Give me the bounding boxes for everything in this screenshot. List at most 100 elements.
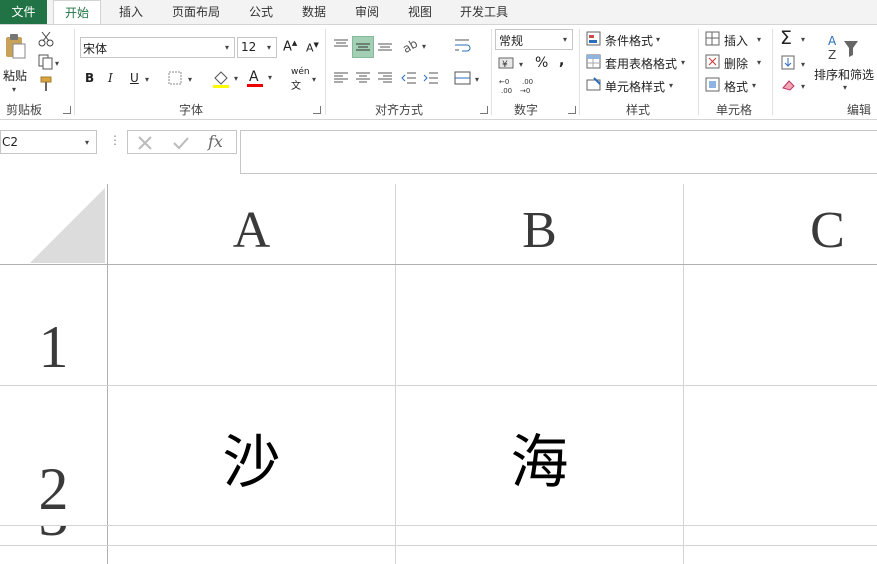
clipboard-group-label: 剪贴板 — [6, 103, 43, 117]
delete-cells-button[interactable]: 删除 — [724, 55, 748, 72]
tab-formulas[interactable]: 公式 — [249, 0, 273, 24]
chevron-down-icon: ▾ — [225, 43, 230, 52]
underline-dropdown-icon[interactable]: ▾ — [145, 75, 149, 84]
number-format-select[interactable]: 常规 ▾ — [495, 29, 573, 50]
wrap-text-icon[interactable] — [454, 37, 472, 53]
enter-icon[interactable] — [172, 134, 190, 152]
svg-text:¥: ¥ — [502, 60, 508, 70]
font-size-select[interactable]: 12 ▾ — [237, 37, 277, 58]
cell-b2[interactable]: 海 — [396, 424, 683, 500]
paste-icon[interactable] — [4, 33, 26, 59]
svg-text:▾: ▾ — [519, 60, 523, 69]
merge-center-icon[interactable]: ▾ — [454, 70, 482, 86]
font-launcher-icon[interactable] — [313, 106, 321, 114]
row-header-2[interactable]: 2 — [0, 452, 107, 527]
tab-review[interactable]: 审阅 — [355, 0, 379, 24]
formula-actions: fx — [127, 130, 237, 154]
table-format-icon[interactable] — [586, 54, 602, 70]
comma-style-button[interactable]: , — [559, 53, 564, 69]
svg-text:▾: ▾ — [55, 59, 59, 68]
delete-cells-icon[interactable] — [705, 54, 721, 70]
conditional-format-button[interactable]: 条件格式 — [605, 32, 653, 49]
cell-styles-button[interactable]: 单元格样式 — [605, 78, 665, 95]
bold-button[interactable]: B — [85, 71, 94, 85]
svg-text:.00: .00 — [522, 78, 533, 86]
align-center-icon[interactable] — [355, 71, 371, 85]
increase-decimal-icon[interactable]: ←0.00 — [499, 76, 517, 95]
italic-button[interactable]: I — [108, 71, 113, 85]
decrease-font-icon[interactable]: A▼ — [306, 41, 319, 55]
column-header-c[interactable]: C — [684, 186, 877, 264]
conditional-format-icon[interactable] — [586, 31, 602, 47]
sort-filter-button[interactable]: 排序和筛选 — [814, 66, 874, 83]
ribbon-tab-bar: 文件 开始 插入 页面布局 公式 数据 审阅 视图 开发工具 — [0, 0, 877, 25]
svg-text:▾: ▾ — [234, 74, 238, 83]
cells-group-label: 单元格 — [716, 103, 753, 117]
copy-icon[interactable]: ▾ — [38, 54, 62, 70]
tab-insert[interactable]: 插入 — [119, 0, 143, 24]
format-cells-icon[interactable] — [705, 77, 721, 93]
insert-function-button[interactable]: fx — [208, 132, 223, 151]
phonetic-dropdown-icon[interactable]: ▾ — [312, 75, 316, 84]
border-icon[interactable]: ▾ — [168, 70, 196, 86]
tab-view[interactable]: 视图 — [408, 0, 432, 24]
number-launcher-icon[interactable] — [568, 106, 576, 114]
alignment-launcher-icon[interactable] — [480, 106, 488, 114]
formula-input[interactable] — [240, 130, 877, 174]
row-header-3[interactable]: 3 — [0, 526, 107, 545]
increase-font-icon[interactable]: A▲ — [283, 39, 297, 54]
column-header-b[interactable]: B — [396, 186, 683, 264]
format-painter-icon[interactable] — [38, 76, 54, 92]
tab-file[interactable]: 文件 — [0, 0, 47, 24]
cell-a2[interactable]: 沙 — [108, 424, 395, 500]
align-middle-icon[interactable] — [352, 36, 374, 58]
sort-filter-dropdown-icon[interactable]: ▾ — [843, 83, 847, 92]
orientation-icon[interactable]: ab ▾ — [400, 36, 430, 56]
chevron-down-icon: ▾ — [656, 35, 661, 44]
clear-icon[interactable]: ▾ — [781, 77, 809, 93]
fill-color-icon[interactable]: ▾ — [212, 69, 242, 89]
insert-cells-button[interactable]: 插入 — [724, 32, 748, 49]
format-cells-button[interactable]: 格式 — [724, 78, 748, 95]
phonetic-button[interactable]: wén — [291, 67, 310, 77]
font-color-icon[interactable]: A ▾ — [246, 68, 276, 88]
chevron-down-icon: ▾ — [681, 58, 686, 67]
svg-text:▾: ▾ — [801, 82, 805, 91]
align-left-icon[interactable] — [333, 71, 349, 85]
cut-icon[interactable] — [38, 31, 54, 47]
tab-developer[interactable]: 开发工具 — [460, 0, 508, 24]
table-format-button[interactable]: 套用表格格式 — [605, 55, 677, 72]
percent-style-button[interactable]: % — [535, 55, 548, 71]
autosum-dropdown-icon[interactable]: ▾ — [801, 35, 805, 44]
sort-filter-icon[interactable]: AZ — [826, 33, 860, 63]
ribbon: 粘贴 ▾ ▾ 剪贴板 宋体 ▾ 12 ▾ A▲ A▼ B I U ▾ ▾ ▾ A… — [0, 24, 877, 120]
font-name-select[interactable]: 宋体 ▾ — [80, 37, 235, 58]
increase-indent-icon[interactable] — [423, 71, 439, 85]
tab-data[interactable]: 数据 — [302, 0, 326, 24]
select-all-button[interactable] — [30, 188, 105, 263]
tab-home[interactable]: 开始 — [53, 0, 101, 25]
svg-text:A: A — [249, 69, 259, 85]
paste-button[interactable]: 粘贴 — [3, 67, 27, 84]
tab-page-layout[interactable]: 页面布局 — [172, 0, 220, 24]
align-top-icon[interactable] — [333, 37, 349, 53]
accounting-format-icon[interactable]: ¥ ▾ — [498, 55, 528, 71]
underline-button[interactable]: U — [130, 71, 139, 85]
alignment-group-label: 对齐方式 — [375, 103, 424, 117]
clipboard-launcher-icon[interactable] — [63, 106, 71, 114]
chevron-down-icon: ▾ — [757, 58, 762, 67]
cancel-icon[interactable] — [136, 134, 154, 152]
name-box[interactable]: C2 ▾ — [0, 130, 97, 154]
cell-styles-icon[interactable] — [586, 77, 602, 93]
paste-dropdown-icon[interactable]: ▾ — [12, 85, 16, 94]
editing-group-label: 编辑 — [847, 103, 872, 117]
align-bottom-icon[interactable] — [377, 37, 393, 53]
autosum-icon[interactable]: Σ — [780, 27, 792, 49]
decrease-indent-icon[interactable] — [401, 71, 417, 85]
fill-icon[interactable]: ▾ — [781, 55, 809, 71]
column-header-a[interactable]: A — [108, 186, 395, 264]
row-header-1[interactable]: 1 — [0, 310, 107, 385]
decrease-decimal-icon[interactable]: .00 →0 — [520, 76, 538, 95]
insert-cells-icon[interactable] — [705, 31, 721, 47]
align-right-icon[interactable] — [377, 71, 393, 85]
